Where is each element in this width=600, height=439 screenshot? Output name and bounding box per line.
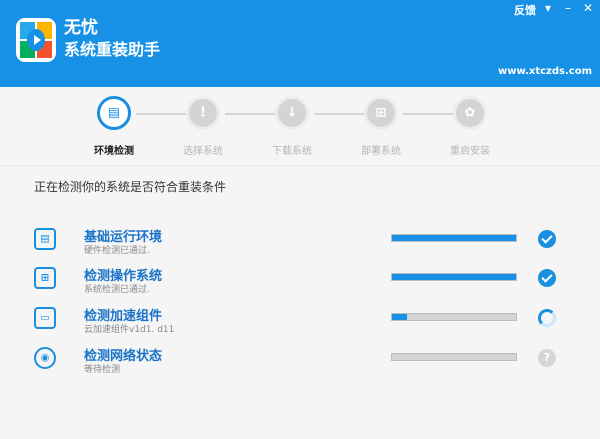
menu-dropdown-icon[interactable]: ▾ <box>540 1 556 15</box>
progress-fill <box>392 235 516 241</box>
step-connector <box>225 113 275 115</box>
app-logo <box>16 18 56 62</box>
step-icon-restart: ✿ <box>453 96 487 130</box>
check-done-icon <box>538 230 556 248</box>
step-progress: ▤ ! ↓ ⊞ ✿ 环境检测 选择系统 下载系统 部署系统 重启安装 <box>0 96 600 157</box>
step-label-deploy: 部署系统 <box>361 146 401 157</box>
step-connector <box>314 113 364 115</box>
progress-fill <box>392 274 516 280</box>
question-icon: ? <box>538 349 556 367</box>
check-subtitle: 系统检测已通过. <box>84 285 150 295</box>
check-row: ▭ 检测加速组件 云加速组件v1d1. d11 <box>0 305 600 339</box>
title-bar: 无忧 系统重装助手 反馈 ▾ – ✕ www.xtczds.com <box>0 0 600 87</box>
app-title: 无忧 <box>64 18 98 38</box>
website-url[interactable]: www.xtczds.com <box>498 66 592 77</box>
check-row: ⊞ 检测操作系统 系统检测已通过. <box>0 265 600 299</box>
step-icon-deploy: ⊞ <box>364 96 398 130</box>
progress-fill <box>392 314 407 320</box>
check-subtitle: 云加速组件v1d1. d11 <box>84 325 175 335</box>
step-icon-env: ▤ <box>97 96 131 130</box>
progress-bar <box>391 313 517 321</box>
check-subtitle: 等待检测 <box>84 365 121 375</box>
step-label-env: 环境检测 <box>94 146 134 157</box>
feedback-link[interactable]: 反馈 <box>514 2 536 18</box>
step-label-restart: 重启安装 <box>450 146 490 157</box>
step-connector <box>136 113 186 115</box>
status-text: 正在检测你的系统是否符合重装条件 <box>34 180 227 194</box>
play-icon <box>27 29 45 51</box>
app-subtitle: 系统重装助手 <box>64 40 161 59</box>
minimize-icon[interactable]: – <box>560 1 576 15</box>
progress-bar <box>391 234 517 242</box>
step-label-download: 下载系统 <box>272 146 312 157</box>
progress-bar <box>391 273 517 281</box>
close-icon[interactable]: ✕ <box>580 1 596 15</box>
check-done-icon <box>538 269 556 287</box>
progress-bar <box>391 353 517 361</box>
divider <box>0 165 600 166</box>
monitor-icon: ▭ <box>34 307 56 329</box>
check-row: ◉ 检测网络状态 等待检测 ? <box>0 345 600 379</box>
check-row: ▤ 基础运行环境 硬件检测已通过. <box>0 226 600 260</box>
step-icon-select: ! <box>186 96 220 130</box>
step-label-select: 选择系统 <box>183 146 223 157</box>
check-subtitle: 硬件检测已通过. <box>84 246 150 256</box>
globe-icon: ◉ <box>34 347 56 369</box>
windows-icon: ⊞ <box>34 267 56 289</box>
step-icon-download: ↓ <box>275 96 309 130</box>
loading-spinner-icon <box>538 309 556 327</box>
step-connector <box>403 113 453 115</box>
computer-icon: ▤ <box>34 228 56 250</box>
